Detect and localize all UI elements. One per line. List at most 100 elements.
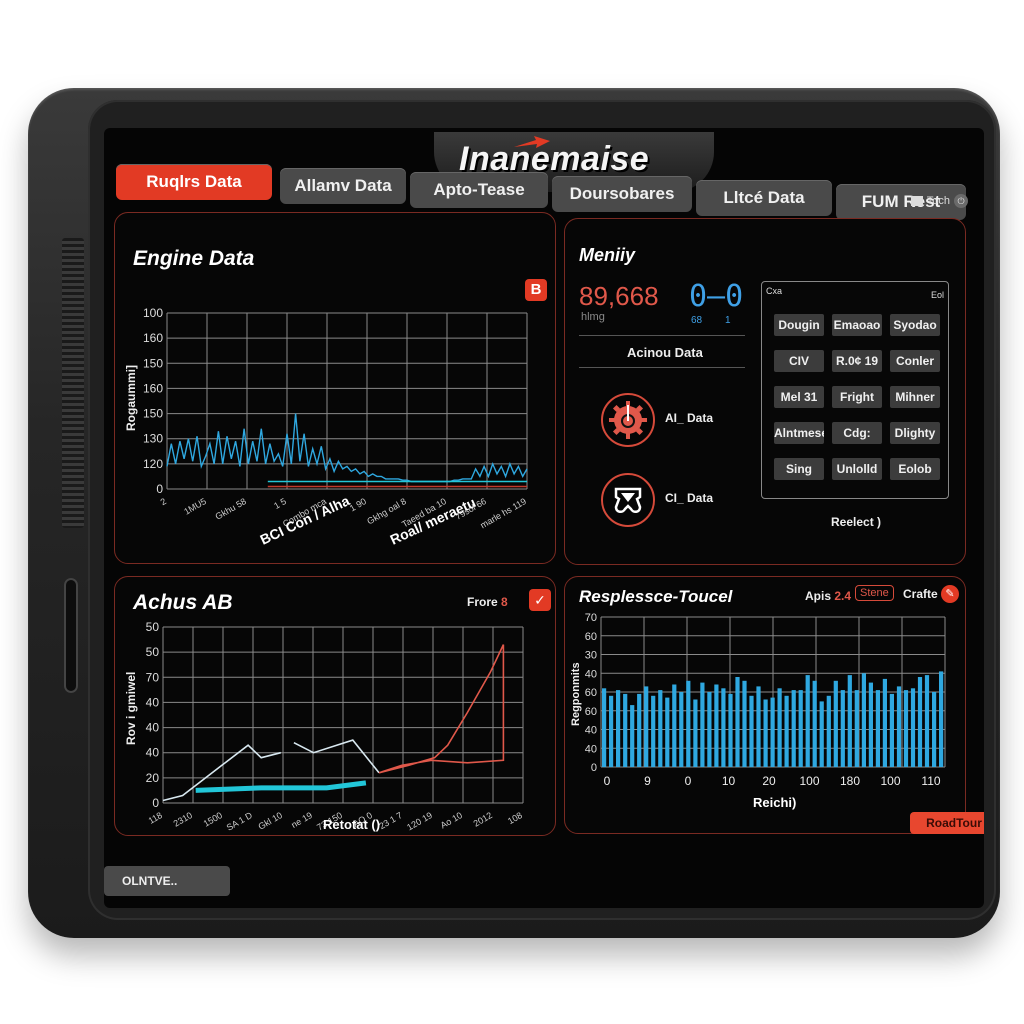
checkbox-checked[interactable]: ✓ [529, 589, 551, 611]
grid-button[interactable]: Syodao [890, 314, 940, 336]
side-port [64, 578, 78, 693]
bar [805, 675, 810, 767]
bar [756, 686, 761, 767]
x-axis-label: Reichi) [753, 795, 796, 810]
bar [672, 684, 677, 767]
bar [735, 677, 740, 767]
memory-panel: Meniiy 89,668 hlmg 0–0 68 1 Acinou Data [564, 218, 966, 565]
achus-chart: 50 50 70 40 40 40 20 0118 2310 1500 SA 1 D Gkl 10 ne… [124, 620, 524, 833]
tab-ruqlrs-data[interactable]: Ruqlrs Data [116, 164, 272, 200]
divider [579, 367, 745, 368]
y-tick-label: 50 [146, 620, 160, 634]
tab-lltce-data[interactable]: Lltcé Data [696, 180, 832, 216]
x-axis-label: Retotat () [323, 817, 380, 832]
grid-button[interactable]: Fright [832, 386, 882, 408]
y-tick-label: 0 [152, 796, 159, 810]
bar [714, 684, 719, 767]
x-tick-label: 2310 [172, 810, 194, 829]
power-icon[interactable]: ⏻ [954, 194, 968, 208]
grid-corner-left: Cxa [766, 286, 783, 296]
olntve-button[interactable]: OLNTVE.. [104, 866, 230, 896]
y-tick-label: 160 [143, 331, 163, 345]
bar [728, 693, 733, 767]
x-tick-label: 118 [147, 810, 164, 826]
x-tick-label: Gkhu 58 [214, 496, 248, 522]
tab-doursobares[interactable]: Doursobares [552, 176, 692, 212]
divider [579, 335, 745, 336]
bar [826, 695, 831, 768]
grid-button[interactable]: Dougin [774, 314, 824, 336]
bar [910, 688, 916, 768]
bar [763, 699, 768, 767]
grid-button[interactable]: Cdg: [832, 422, 882, 444]
bar [791, 690, 796, 767]
tab-allamv-data[interactable]: Allamv Data [280, 168, 406, 204]
x-tick-label: 2012 [472, 810, 494, 829]
bar [770, 697, 775, 767]
bar [889, 693, 894, 767]
grid-button[interactable]: CIV [774, 350, 824, 372]
segment-sub-right: 1 [725, 315, 731, 326]
badge-b[interactable]: B [525, 279, 547, 301]
window-icon [910, 196, 923, 206]
series-line-sensor-a [166, 413, 528, 483]
bar [700, 682, 705, 767]
bar [665, 697, 670, 767]
y-axis-label: Regponmits [570, 662, 582, 726]
ai-data-label: AI_ Data [665, 411, 714, 425]
y-tick-label: 150 [143, 407, 163, 421]
roadtour-button[interactable]: RoadTour [910, 812, 984, 834]
tab-apto-tease[interactable]: Apto-Tease [410, 172, 548, 208]
x-tick-label: 100 [880, 774, 900, 788]
bar [630, 705, 635, 767]
x-tick-label: 100 [799, 774, 819, 788]
grid-button[interactable]: Dlighty [890, 422, 940, 444]
bar [651, 695, 656, 768]
series-line-white-trace-2 [293, 739, 380, 774]
pencil-icon[interactable]: ✎ [941, 585, 959, 603]
y-tick-label: 160 [143, 381, 163, 395]
gear-gauge-icon-button[interactable] [601, 393, 655, 447]
status-label: Toch [926, 195, 950, 207]
x-tick-label: 110 [921, 774, 940, 788]
grid-button[interactable]: Eolob [890, 458, 940, 480]
grid-button[interactable]: Alntmese [774, 422, 824, 444]
grid-button[interactable]: Sing [774, 458, 824, 480]
x-tick-label: 23 1 7 [377, 810, 404, 831]
x-tick-label: 20 [762, 774, 776, 788]
x-tick-label: Ao 10 [439, 810, 464, 830]
grid-button[interactable]: Mel 31 [774, 386, 824, 408]
y-tick-label: 40 [146, 746, 160, 760]
crafte-label: Crafte [903, 587, 938, 601]
y-tick-label: 60 [585, 687, 597, 699]
grid-button[interactable]: Conler [890, 350, 940, 372]
bar [637, 693, 642, 767]
bar [742, 680, 747, 768]
grid-button[interactable]: R.0¢ 19 [832, 350, 882, 372]
resp-chart: 706030406060404000 9 0 10 20 100 180 100 110Regp… [570, 613, 946, 810]
bar [707, 692, 712, 767]
bar [686, 680, 691, 768]
x-tick-label: 1MU5 [182, 496, 208, 517]
y-tick-label: 40 [585, 668, 597, 680]
bar [840, 690, 845, 767]
achus-panel: Achus AB Frore 8 ✓ 50 50 70 40 40 40 20 0 118 231… [114, 576, 556, 836]
engine-chart: 10016015016015013012002 1MU5 Gkhu 58 1 5Com… [124, 306, 528, 548]
y-tick-label: 60 [585, 631, 597, 643]
grid-button[interactable]: Emaoao [832, 314, 882, 336]
grid-button[interactable]: Unlolld [832, 458, 882, 480]
seat-icon-button[interactable] [601, 473, 655, 527]
y-tick-label: 100 [143, 306, 163, 320]
x-tick-label: 1500 [202, 810, 224, 829]
x-tick-label: ne 19 [289, 810, 314, 830]
bar [861, 673, 866, 768]
x-tick-label: 2 [159, 496, 168, 507]
bar [819, 701, 824, 767]
apis-text: Apis [805, 589, 832, 603]
stene-button[interactable]: Stene [855, 585, 894, 601]
frore-value: 8 [501, 595, 508, 609]
ci-data-label: CI_ Data [665, 491, 714, 505]
x-tick-label: 10 [722, 774, 736, 788]
resp-panel: Resplessce-Toucel Apis 2.4 Stene Crafte … [564, 576, 966, 834]
grid-button[interactable]: Mihner [890, 386, 940, 408]
